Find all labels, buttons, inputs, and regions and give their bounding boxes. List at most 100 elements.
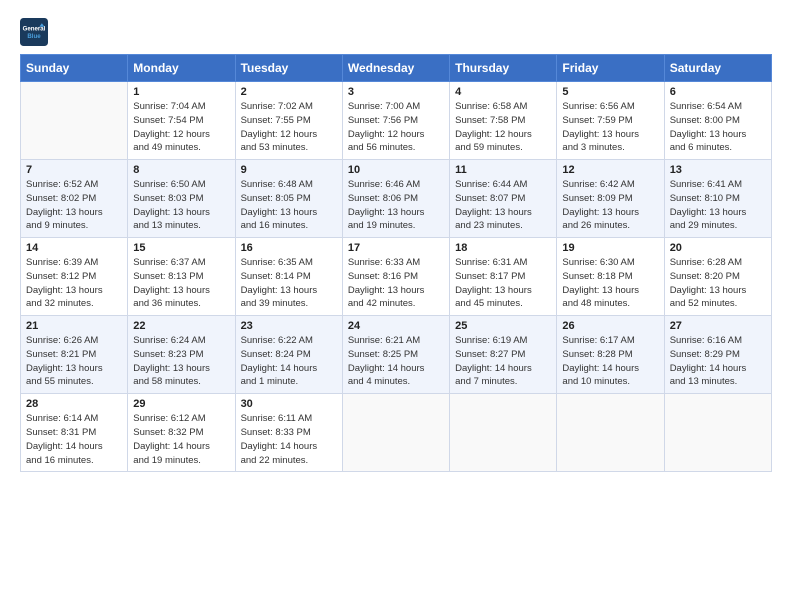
day-number: 19 bbox=[562, 242, 658, 254]
day-number: 23 bbox=[241, 320, 337, 332]
day-number: 1 bbox=[133, 86, 229, 98]
day-info: Sunrise: 6:39 AM Sunset: 8:12 PM Dayligh… bbox=[26, 256, 122, 311]
day-info: Sunrise: 6:17 AM Sunset: 8:28 PM Dayligh… bbox=[562, 334, 658, 389]
day-info: Sunrise: 6:41 AM Sunset: 8:10 PM Dayligh… bbox=[670, 178, 766, 233]
day-info: Sunrise: 7:02 AM Sunset: 7:55 PM Dayligh… bbox=[241, 100, 337, 155]
day-info: Sunrise: 6:46 AM Sunset: 8:06 PM Dayligh… bbox=[348, 178, 444, 233]
col-header-tuesday: Tuesday bbox=[235, 55, 342, 82]
day-cell: 24Sunrise: 6:21 AM Sunset: 8:25 PM Dayli… bbox=[342, 316, 449, 394]
day-cell: 13 Sunrise: 6:41 AM Sunset: 8:10 PM Dayli… bbox=[664, 160, 771, 238]
day-number: 5 bbox=[562, 86, 658, 98]
day-cell: 1Sunrise: 7:04 AM Sunset: 7:54 PM Daylig… bbox=[128, 82, 235, 160]
logo: General Blue bbox=[20, 18, 52, 46]
col-header-sunday: Sunday bbox=[21, 55, 128, 82]
week-row-5: 28 Sunrise: 6:14 AM Sunset: 8:31 PM Dayli… bbox=[21, 394, 772, 472]
week-row-2: 7 Sunrise: 6:52 AM Sunset: 8:02 PM Daylig… bbox=[21, 160, 772, 238]
day-cell bbox=[342, 394, 449, 472]
day-info: Sunrise: 6:52 AM Sunset: 8:02 PM Dayligh… bbox=[26, 178, 122, 233]
day-number: 13 bbox=[670, 164, 766, 176]
day-cell bbox=[21, 82, 128, 160]
day-cell: 20 Sunrise: 6:28 AM Sunset: 8:20 PM Dayli… bbox=[664, 238, 771, 316]
day-number: 10 bbox=[348, 164, 444, 176]
day-cell: 21Sunrise: 6:26 AM Sunset: 8:21 PM Dayli… bbox=[21, 316, 128, 394]
day-number: 14 bbox=[26, 242, 122, 254]
day-cell: 23Sunrise: 6:22 AM Sunset: 8:24 PM Dayli… bbox=[235, 316, 342, 394]
day-cell: 9 Sunrise: 6:48 AM Sunset: 8:05 PM Daylig… bbox=[235, 160, 342, 238]
day-cell: 19Sunrise: 6:30 AM Sunset: 8:18 PM Dayli… bbox=[557, 238, 664, 316]
day-number: 29 bbox=[133, 398, 229, 410]
day-info: Sunrise: 6:14 AM Sunset: 8:31 PM Dayligh… bbox=[26, 412, 122, 467]
day-number: 4 bbox=[455, 86, 551, 98]
day-cell: 17 Sunrise: 6:33 AM Sunset: 8:16 PM Dayli… bbox=[342, 238, 449, 316]
day-cell: 26 Sunrise: 6:17 AM Sunset: 8:28 PM Dayli… bbox=[557, 316, 664, 394]
day-cell: 16 Sunrise: 6:35 AM Sunset: 8:14 PM Dayli… bbox=[235, 238, 342, 316]
col-header-wednesday: Wednesday bbox=[342, 55, 449, 82]
day-number: 20 bbox=[670, 242, 766, 254]
day-cell: 8 Sunrise: 6:50 AM Sunset: 8:03 PM Daylig… bbox=[128, 160, 235, 238]
logo-icon: General Blue bbox=[20, 18, 48, 46]
day-info: Sunrise: 6:48 AM Sunset: 8:05 PM Dayligh… bbox=[241, 178, 337, 233]
day-number: 9 bbox=[241, 164, 337, 176]
day-info: Sunrise: 6:31 AM Sunset: 8:17 PM Dayligh… bbox=[455, 256, 551, 311]
day-cell: 2 Sunrise: 7:02 AM Sunset: 7:55 PM Daylig… bbox=[235, 82, 342, 160]
day-number: 12 bbox=[562, 164, 658, 176]
day-info: Sunrise: 6:28 AM Sunset: 8:20 PM Dayligh… bbox=[670, 256, 766, 311]
day-info: Sunrise: 6:56 AM Sunset: 7:59 PM Dayligh… bbox=[562, 100, 658, 155]
day-number: 21 bbox=[26, 320, 122, 332]
page: General Blue SundayMondayTuesdayWednesda… bbox=[0, 0, 792, 482]
day-cell: 29 Sunrise: 6:12 AM Sunset: 8:32 PM Dayli… bbox=[128, 394, 235, 472]
day-cell: 28 Sunrise: 6:14 AM Sunset: 8:31 PM Dayli… bbox=[21, 394, 128, 472]
week-row-3: 14 Sunrise: 6:39 AM Sunset: 8:12 PM Dayli… bbox=[21, 238, 772, 316]
day-cell: 30Sunrise: 6:11 AM Sunset: 8:33 PM Dayli… bbox=[235, 394, 342, 472]
day-number: 15 bbox=[133, 242, 229, 254]
day-info: Sunrise: 6:12 AM Sunset: 8:32 PM Dayligh… bbox=[133, 412, 229, 467]
day-cell bbox=[450, 394, 557, 472]
day-cell: 25 Sunrise: 6:19 AM Sunset: 8:27 PM Dayli… bbox=[450, 316, 557, 394]
day-cell: 12 Sunrise: 6:42 AM Sunset: 8:09 PM Dayli… bbox=[557, 160, 664, 238]
week-row-1: 1Sunrise: 7:04 AM Sunset: 7:54 PM Daylig… bbox=[21, 82, 772, 160]
day-number: 25 bbox=[455, 320, 551, 332]
calendar-table: SundayMondayTuesdayWednesdayThursdayFrid… bbox=[20, 54, 772, 472]
day-number: 11 bbox=[455, 164, 551, 176]
day-info: Sunrise: 6:35 AM Sunset: 8:14 PM Dayligh… bbox=[241, 256, 337, 311]
day-info: Sunrise: 6:21 AM Sunset: 8:25 PM Dayligh… bbox=[348, 334, 444, 389]
day-number: 3 bbox=[348, 86, 444, 98]
col-header-friday: Friday bbox=[557, 55, 664, 82]
day-number: 22 bbox=[133, 320, 229, 332]
day-cell: 7 Sunrise: 6:52 AM Sunset: 8:02 PM Daylig… bbox=[21, 160, 128, 238]
day-cell: 27 Sunrise: 6:16 AM Sunset: 8:29 PM Dayli… bbox=[664, 316, 771, 394]
day-cell bbox=[557, 394, 664, 472]
day-number: 26 bbox=[562, 320, 658, 332]
day-number: 16 bbox=[241, 242, 337, 254]
day-number: 8 bbox=[133, 164, 229, 176]
day-info: Sunrise: 6:50 AM Sunset: 8:03 PM Dayligh… bbox=[133, 178, 229, 233]
day-cell: 11 Sunrise: 6:44 AM Sunset: 8:07 PM Dayli… bbox=[450, 160, 557, 238]
day-cell: 15 Sunrise: 6:37 AM Sunset: 8:13 PM Dayli… bbox=[128, 238, 235, 316]
day-number: 2 bbox=[241, 86, 337, 98]
day-info: Sunrise: 6:37 AM Sunset: 8:13 PM Dayligh… bbox=[133, 256, 229, 311]
day-info: Sunrise: 6:19 AM Sunset: 8:27 PM Dayligh… bbox=[455, 334, 551, 389]
day-info: Sunrise: 6:58 AM Sunset: 7:58 PM Dayligh… bbox=[455, 100, 551, 155]
day-cell: 18Sunrise: 6:31 AM Sunset: 8:17 PM Dayli… bbox=[450, 238, 557, 316]
day-info: Sunrise: 6:16 AM Sunset: 8:29 PM Dayligh… bbox=[670, 334, 766, 389]
week-row-4: 21Sunrise: 6:26 AM Sunset: 8:21 PM Dayli… bbox=[21, 316, 772, 394]
day-cell: 10 Sunrise: 6:46 AM Sunset: 8:06 PM Dayli… bbox=[342, 160, 449, 238]
col-header-monday: Monday bbox=[128, 55, 235, 82]
day-cell: 5 Sunrise: 6:56 AM Sunset: 7:59 PM Daylig… bbox=[557, 82, 664, 160]
day-number: 27 bbox=[670, 320, 766, 332]
day-info: Sunrise: 6:33 AM Sunset: 8:16 PM Dayligh… bbox=[348, 256, 444, 311]
col-header-saturday: Saturday bbox=[664, 55, 771, 82]
header-row: SundayMondayTuesdayWednesdayThursdayFrid… bbox=[21, 55, 772, 82]
day-info: Sunrise: 6:24 AM Sunset: 8:23 PM Dayligh… bbox=[133, 334, 229, 389]
day-number: 17 bbox=[348, 242, 444, 254]
day-number: 7 bbox=[26, 164, 122, 176]
col-header-thursday: Thursday bbox=[450, 55, 557, 82]
day-info: Sunrise: 6:42 AM Sunset: 8:09 PM Dayligh… bbox=[562, 178, 658, 233]
day-number: 30 bbox=[241, 398, 337, 410]
header: General Blue bbox=[20, 18, 772, 46]
day-cell bbox=[664, 394, 771, 472]
day-cell: 6Sunrise: 6:54 AM Sunset: 8:00 PM Daylig… bbox=[664, 82, 771, 160]
day-cell: 22 Sunrise: 6:24 AM Sunset: 8:23 PM Dayli… bbox=[128, 316, 235, 394]
day-number: 28 bbox=[26, 398, 122, 410]
day-info: Sunrise: 6:44 AM Sunset: 8:07 PM Dayligh… bbox=[455, 178, 551, 233]
